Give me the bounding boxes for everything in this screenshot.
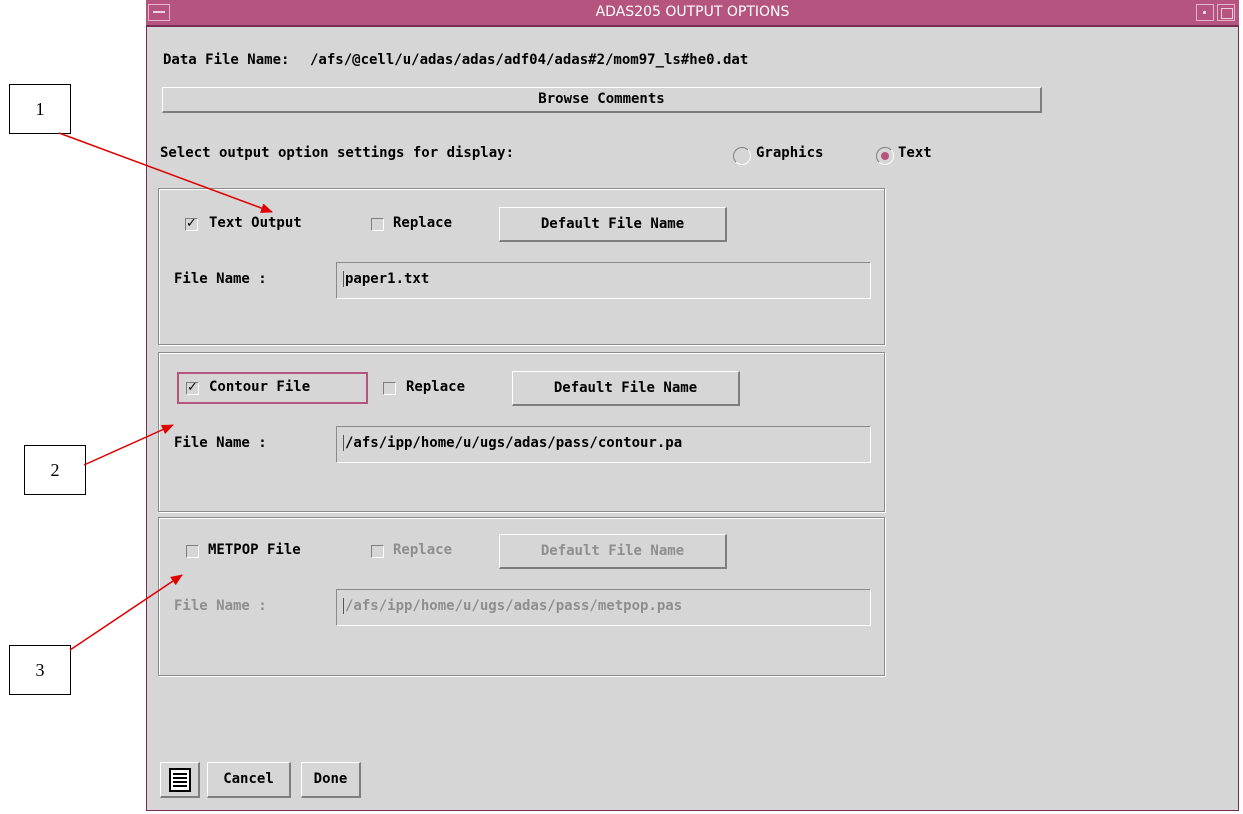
- metpop-file-label: METPOP File: [208, 542, 301, 558]
- callout-1: 1: [9, 84, 71, 134]
- graphics-radio[interactable]: [733, 147, 751, 165]
- minimize-button[interactable]: [1196, 4, 1214, 21]
- metpop-file-file-value: /afs/ipp/home/u/ugs/adas/pass/metpop.pas: [345, 598, 683, 614]
- text-radio[interactable]: [876, 147, 894, 165]
- data-file-path: /afs/@cell/u/adas/adas/adf04/adas#2/mom9…: [310, 52, 749, 68]
- minimize-icon: [1203, 11, 1206, 14]
- contour-file-checkbox[interactable]: [186, 380, 199, 395]
- text-cursor: [343, 598, 344, 614]
- text-cursor: [343, 271, 344, 287]
- metpop-file-file-input[interactable]: /afs/ipp/home/u/ugs/adas/pass/metpop.pas: [336, 589, 871, 626]
- menu-icon-button[interactable]: [160, 762, 200, 798]
- contour-file-file-input[interactable]: /afs/ipp/home/u/ugs/adas/pass/contour.pa: [336, 426, 871, 463]
- data-file-label: Data File Name:: [163, 52, 290, 68]
- metpop-file-replace-checkbox[interactable]: [371, 545, 384, 558]
- display-select-label: Select output option settings for displa…: [160, 145, 515, 161]
- browse-comments-button[interactable]: Browse Comments: [162, 87, 1042, 113]
- contour-file-file-value: /afs/ipp/home/u/ugs/adas/pass/contour.pa: [345, 435, 683, 451]
- graphics-radio-label: Graphics: [756, 145, 824, 161]
- maximize-button[interactable]: [1217, 4, 1235, 21]
- metpop-file-replace-label: Replace: [393, 542, 453, 558]
- text-output-default-file-button[interactable]: Default File Name: [499, 207, 727, 242]
- cancel-button[interactable]: Cancel: [207, 762, 291, 798]
- window-title: ADAS205 OUTPUT OPTIONS: [595, 4, 790, 20]
- text-output-replace-label: Replace: [393, 215, 453, 231]
- metpop-file-default-file-button[interactable]: Default File Name: [499, 534, 727, 569]
- text-output-file-input[interactable]: paper1.txt: [336, 262, 871, 299]
- text-output-replace-checkbox[interactable]: [371, 218, 384, 231]
- done-button[interactable]: Done: [301, 762, 361, 798]
- text-cursor: [343, 435, 344, 451]
- text-output-file-label: File Name :: [174, 271, 267, 287]
- callout-2: 2: [24, 445, 86, 495]
- contour-file-label: Contour File: [209, 379, 311, 395]
- text-output-file-value: paper1.txt: [345, 271, 430, 287]
- title-bar[interactable]: ADAS205 OUTPUT OPTIONS: [146, 0, 1239, 27]
- text-radio-label: Text: [898, 145, 932, 161]
- maximize-icon: [1221, 8, 1233, 19]
- contour-file-default-file-button[interactable]: Default File Name: [512, 371, 740, 406]
- contour-file-file-label: File Name :: [174, 435, 267, 451]
- text-output-label: Text Output: [209, 215, 302, 231]
- metpop-file-checkbox[interactable]: [186, 545, 199, 558]
- contour-file-replace-checkbox[interactable]: [383, 382, 396, 395]
- list-icon: [169, 768, 191, 792]
- contour-file-replace-label: Replace: [406, 379, 466, 395]
- text-output-checkbox[interactable]: [185, 216, 198, 231]
- metpop-file-file-label: File Name :: [174, 598, 267, 614]
- callout-3: 3: [9, 645, 71, 695]
